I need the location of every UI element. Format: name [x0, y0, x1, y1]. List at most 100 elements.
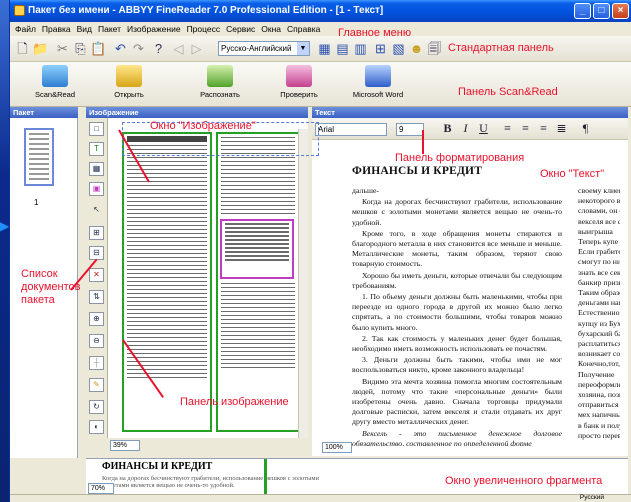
undo-icon[interactable]: ↶ — [112, 40, 129, 57]
add-region-icon[interactable]: ⊕ — [89, 312, 104, 326]
select-area-icon[interactable]: □ — [89, 122, 104, 136]
ruler-icon[interactable]: ┼ — [89, 356, 104, 370]
delete-block-icon[interactable]: ✕ — [89, 268, 104, 282]
line: Конечно,тот, кто — [578, 359, 620, 369]
italic-icon[interactable]: I — [458, 121, 473, 136]
menu-packet[interactable]: Пакет — [95, 22, 124, 36]
menu-view[interactable]: Вид — [74, 22, 95, 36]
eraser-icon[interactable]: ✎ — [89, 378, 104, 392]
label-format-panel: Панель форматирования — [395, 152, 525, 164]
underline-icon[interactable]: U — [476, 121, 491, 136]
zoomwin-zoom[interactable]: 70% — [88, 483, 114, 494]
line: выигрыша — [578, 226, 613, 236]
paragraph-icon[interactable]: ¶ — [578, 121, 593, 136]
check-button[interactable]: Проверить — [272, 65, 326, 99]
size-select[interactable]: 9 — [396, 123, 424, 136]
view-zoom-icon[interactable]: ⊞ — [372, 40, 389, 57]
rotate-icon[interactable]: ↻ — [89, 400, 104, 414]
new-icon[interactable]: 🗋 — [14, 40, 31, 57]
order-icon[interactable]: ⇅ — [89, 290, 104, 304]
table-block-icon[interactable]: ▦ — [89, 162, 104, 176]
cut-icon[interactable]: ✂ — [54, 40, 71, 57]
view-image-icon[interactable]: ▦ — [316, 40, 333, 57]
menu-service[interactable]: Сервис — [223, 22, 258, 36]
minimize-button[interactable]: _ — [574, 3, 591, 19]
paragraph: Видимо эта мечта хозяина помогла многим … — [352, 376, 562, 427]
title-bar[interactable]: Пакет без имени - ABBYY FineReader 7.0 P… — [10, 0, 631, 22]
left-arrow-icon[interactable]: ◁ — [170, 40, 187, 57]
text-zoom[interactable]: 100% — [322, 442, 352, 453]
line: купцу из Бухар — [578, 318, 620, 328]
help-icon[interactable]: ? — [150, 40, 167, 57]
text-column-2[interactable]: своему клиенту некоторого вс словами, он… — [578, 186, 620, 441]
scanned-page — [118, 126, 303, 432]
open-folder-icon[interactable]: 📁 — [32, 40, 49, 57]
menu-edit[interactable]: Правка — [39, 22, 74, 36]
image-zoom[interactable]: 39% — [110, 440, 140, 451]
picture-block[interactable] — [220, 218, 294, 279]
open-image-icon — [116, 65, 142, 87]
image-scrollbar[interactable] — [298, 129, 308, 438]
page-thumbnail[interactable] — [24, 128, 54, 186]
invert-icon[interactable]: ◐ — [89, 420, 104, 434]
line: переоформлени — [578, 379, 620, 389]
right-arrow-icon[interactable]: ▷ — [188, 40, 205, 57]
packet-panel-header: Пакет — [10, 107, 78, 118]
menu-file[interactable]: Файл — [12, 22, 39, 36]
user-icon[interactable]: ☻ — [408, 40, 425, 57]
line: возникает сомн — [578, 349, 620, 359]
remove-region-icon[interactable]: ⊖ — [89, 334, 104, 348]
window-title: Пакет без имени - ABBYY FineReader 7.0 P… — [28, 5, 384, 16]
text-column-1[interactable]: дальше- Когда на дорогах бесчинствуют гр… — [352, 186, 562, 446]
scanner-icon — [42, 65, 68, 87]
paragraph: дальше- — [352, 186, 380, 195]
text-panel-header: Текст — [312, 107, 628, 118]
line: банкир призна — [578, 277, 620, 287]
text-block-icon[interactable]: T — [89, 142, 104, 156]
line: хозяина, позв — [578, 390, 620, 400]
text-block-1[interactable] — [122, 132, 212, 432]
recognize-button[interactable]: Распознать — [193, 65, 247, 99]
pointer-icon[interactable]: ↖ — [89, 204, 104, 218]
label-scanread-panel: Панель Scan&Read — [458, 86, 558, 98]
add-block-icon[interactable]: ⊞ — [89, 226, 104, 240]
paragraph: Вексель - это письменное денежное долгов… — [352, 428, 562, 446]
copy-icon[interactable]: ⎘ — [72, 40, 89, 57]
cut-block-icon[interactable]: ⊟ — [89, 246, 104, 260]
scanread-button[interactable]: Scan&Read — [30, 65, 80, 99]
align-center-icon[interactable]: ≡ — [518, 121, 533, 136]
justify-icon[interactable]: ≣ — [554, 121, 569, 136]
menu-process[interactable]: Процесс — [184, 22, 224, 36]
text-block-2[interactable] — [216, 132, 300, 432]
redo-icon[interactable]: ↷ — [130, 40, 147, 57]
image-tools-panel: □ T ▦ ▣ ↖ ⊞ ⊟ ✕ ⇅ ⊕ ⊖ ┼ ✎ ↻ ◐ — [86, 118, 108, 438]
page-icon[interactable]: 🗐 — [426, 40, 443, 57]
close-button[interactable]: × — [612, 3, 629, 19]
view-both-icon[interactable]: ▥ — [352, 40, 369, 57]
zoom-text: Когда на дорогах бесчинствуют грабители,… — [102, 475, 320, 489]
thumbnail-number: 1 — [34, 198, 39, 207]
app-icon — [14, 5, 25, 16]
menu-image[interactable]: Изображение — [124, 22, 184, 36]
recognized-document: ФИНАНСЫ И КРЕДИТ дальше- Когда на дорога… — [320, 146, 620, 446]
status-bar: Русский — [10, 494, 631, 502]
bold-icon[interactable]: B — [440, 121, 455, 136]
align-right-icon[interactable]: ≡ — [536, 121, 551, 136]
align-left-icon[interactable]: ≡ — [500, 121, 515, 136]
open-button[interactable]: Открыть — [106, 65, 152, 99]
font-select[interactable]: Arial — [315, 123, 387, 136]
label-zoom-window: Окно увеличенного фрагмента — [445, 475, 603, 487]
menu-help[interactable]: Справка — [284, 22, 323, 36]
language-select[interactable]: Русско-Английский ▼ — [218, 41, 310, 56]
line: Получение — [578, 369, 615, 379]
maximize-button[interactable]: □ — [593, 3, 610, 19]
picture-block-icon[interactable]: ▣ — [89, 182, 104, 196]
line: Естественно — [578, 308, 620, 318]
paste-icon[interactable]: 📋 — [90, 40, 107, 57]
view-thumbs-icon[interactable]: ▧ — [390, 40, 407, 57]
menu-windows[interactable]: Окна — [258, 22, 284, 36]
word-button[interactable]: Microsoft Word — [348, 65, 408, 99]
paragraph: Хорошо бы иметь деньги, которые отвечали… — [352, 270, 562, 290]
chevron-down-icon: ▼ — [297, 42, 309, 55]
view-text-icon[interactable]: ▤ — [334, 40, 351, 57]
